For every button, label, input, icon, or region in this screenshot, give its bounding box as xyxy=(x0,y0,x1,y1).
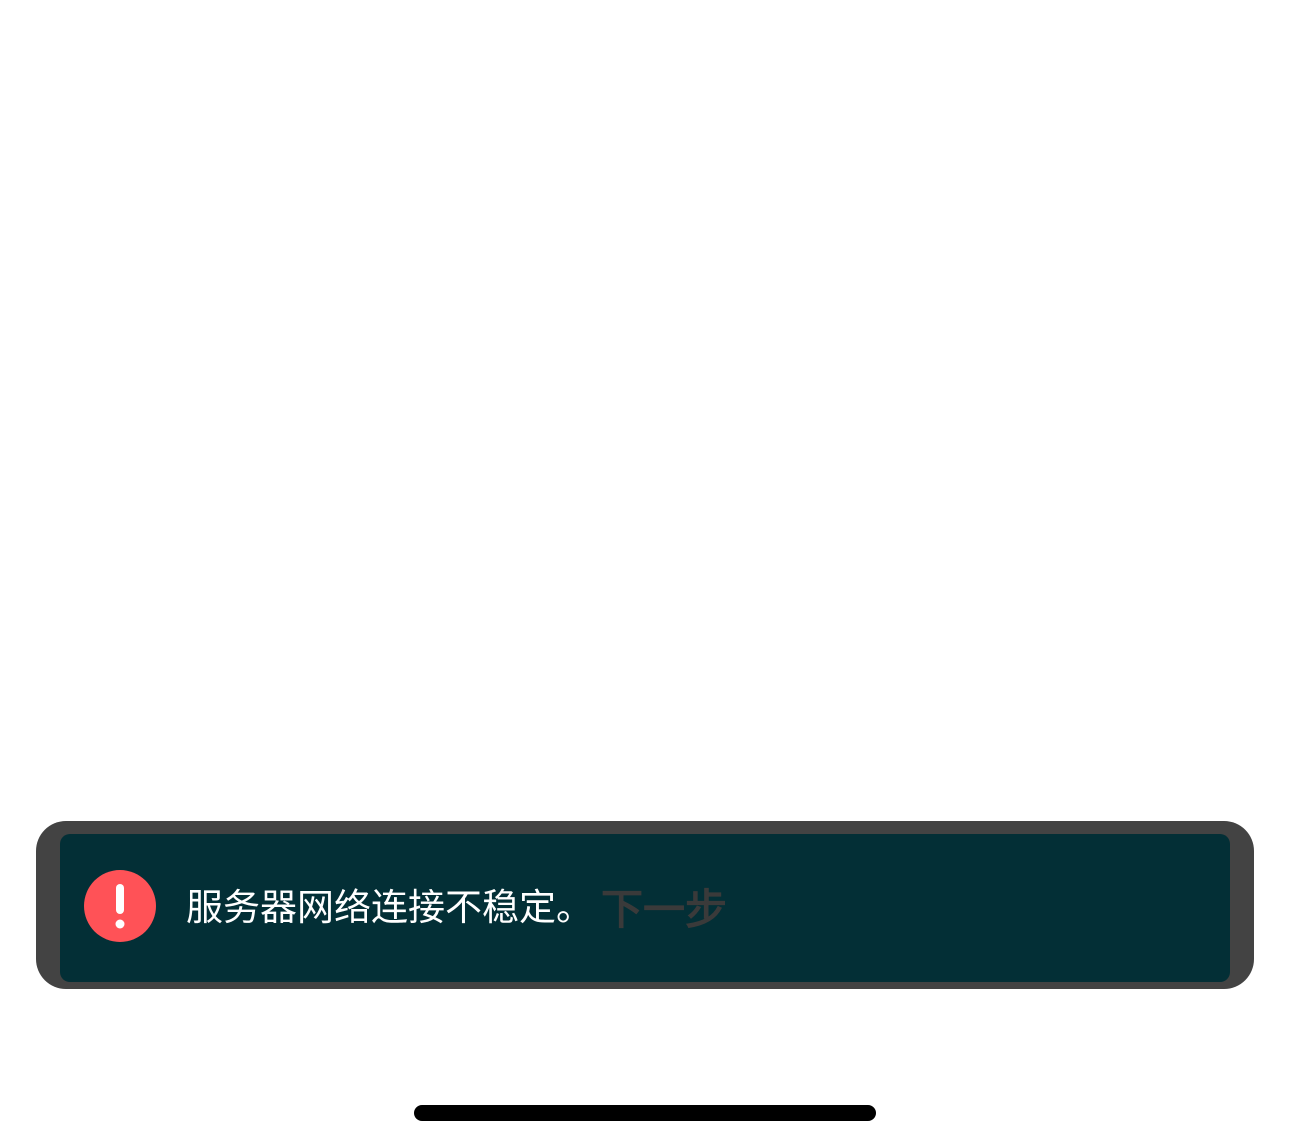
alert-circle-icon xyxy=(84,870,156,942)
toast-body: 服务器网络连接不稳定。 下一步 xyxy=(60,834,1230,982)
toast-message: 服务器网络连接不稳定。 xyxy=(186,886,593,929)
screen: 服务器网络连接不稳定。 下一步 xyxy=(0,0,1290,1145)
error-toast: 服务器网络连接不稳定。 下一步 xyxy=(36,821,1254,989)
home-indicator[interactable] xyxy=(414,1105,876,1121)
next-button[interactable]: 下一步 xyxy=(601,880,727,940)
